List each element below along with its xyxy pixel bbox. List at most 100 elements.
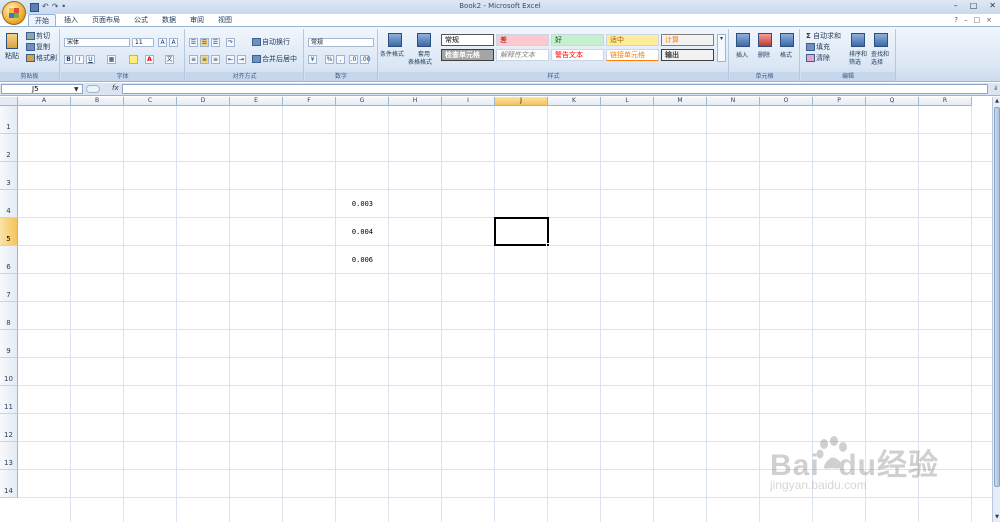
increase-indent-button[interactable]: ⇥ xyxy=(237,55,246,64)
tab-formulas[interactable]: 公式 xyxy=(128,14,154,26)
row-header-9[interactable]: 9 xyxy=(0,330,18,358)
column-header-e[interactable]: E xyxy=(230,97,283,106)
column-header-h[interactable]: H xyxy=(389,97,442,106)
ribbon-restore-icon[interactable]: □ xyxy=(974,16,981,24)
paste-button[interactable]: 粘贴 xyxy=(5,52,19,61)
row-header-6[interactable]: 6 xyxy=(0,246,18,274)
autosum-button[interactable]: Σ 自动求和 xyxy=(806,32,841,41)
style-output[interactable]: 输出 xyxy=(661,49,714,61)
scroll-down-icon[interactable]: ▼ xyxy=(994,514,1000,521)
fill-color-button[interactable] xyxy=(129,55,138,64)
cell-g4[interactable]: 0.003 xyxy=(336,200,373,208)
column-header-m[interactable]: M xyxy=(654,97,707,106)
column-header-l[interactable]: L xyxy=(601,97,654,106)
scroll-thumb[interactable] xyxy=(994,107,1000,487)
minimize-button[interactable]: – xyxy=(954,1,958,10)
row-header-10[interactable]: 10 xyxy=(0,358,18,386)
ribbon-minimize-icon[interactable]: – xyxy=(964,16,968,24)
row-header-3[interactable]: 3 xyxy=(0,162,18,190)
ribbon-close-icon[interactable]: × xyxy=(986,16,992,24)
column-header-f[interactable]: F xyxy=(283,97,336,106)
shrink-font-button[interactable]: A xyxy=(169,38,178,47)
style-good[interactable]: 好 xyxy=(551,34,604,46)
column-header-j[interactable]: J xyxy=(495,97,548,106)
row-header-4[interactable]: 4 xyxy=(0,190,18,218)
name-box-dropdown-icon[interactable]: ▼ xyxy=(74,86,79,93)
tab-page-layout[interactable]: 页面布局 xyxy=(86,14,126,26)
column-header-n[interactable]: N xyxy=(707,97,760,106)
grow-font-button[interactable]: A xyxy=(158,38,167,47)
save-icon[interactable] xyxy=(30,2,39,12)
qat-customize-icon[interactable]: • xyxy=(61,1,66,13)
row-header-2[interactable]: 2 xyxy=(0,134,18,162)
decrease-decimal-button[interactable]: .00 xyxy=(360,55,371,64)
office-button[interactable] xyxy=(2,1,26,25)
style-check-cell[interactable]: 检查单元格 xyxy=(441,49,494,61)
row-header-8[interactable]: 8 xyxy=(0,302,18,330)
increase-decimal-button[interactable]: .0 xyxy=(349,55,358,64)
row-header-13[interactable]: 13 xyxy=(0,442,18,470)
close-button[interactable]: ✕ xyxy=(989,1,996,10)
column-header-a[interactable]: A xyxy=(18,97,71,106)
fill-handle[interactable] xyxy=(546,243,550,247)
italic-button[interactable]: I xyxy=(75,55,84,64)
paste-icon[interactable] xyxy=(6,33,18,49)
style-explanatory[interactable]: 解释性文本 xyxy=(496,49,549,61)
row-header-14[interactable]: 14 xyxy=(0,470,18,498)
style-normal[interactable]: 常规 xyxy=(441,34,494,46)
clear-button[interactable]: 清除 xyxy=(806,54,830,63)
column-header-c[interactable]: C xyxy=(124,97,177,106)
formula-bar-zoom[interactable] xyxy=(86,85,100,93)
column-header-o[interactable]: O xyxy=(760,97,813,106)
vertical-scrollbar[interactable]: ▲ ▼ xyxy=(992,97,1000,522)
sort-filter-line2[interactable]: 筛选 xyxy=(849,58,861,67)
merge-center-button[interactable]: 合并后居中 xyxy=(252,55,297,64)
font-name-select[interactable]: 宋体 xyxy=(64,38,130,47)
cell-g6[interactable]: 0.006 xyxy=(336,256,373,264)
phonetic-button[interactable]: 文 xyxy=(165,55,174,64)
currency-button[interactable]: ¥ xyxy=(308,55,317,64)
name-box[interactable]: J5 xyxy=(1,84,83,94)
row-header-7[interactable]: 7 xyxy=(0,274,18,302)
tab-insert[interactable]: 插入 xyxy=(58,14,84,26)
redo-icon[interactable]: ↷ xyxy=(52,1,59,13)
style-bad[interactable]: 差 xyxy=(496,34,549,46)
align-left-button[interactable]: ≡ xyxy=(189,55,198,64)
column-header-k[interactable]: K xyxy=(548,97,601,106)
column-header-i[interactable]: I xyxy=(442,97,495,106)
scroll-up-icon[interactable]: ▲ xyxy=(994,98,1000,105)
help-icon[interactable]: ? xyxy=(954,16,958,24)
align-top-button[interactable]: ☰ xyxy=(189,38,198,47)
row-header-1[interactable]: 1 xyxy=(0,106,18,134)
column-header-p[interactable]: P xyxy=(813,97,866,106)
delete-cells-button[interactable]: 删除 xyxy=(758,51,770,60)
active-cell-outline[interactable] xyxy=(494,217,549,246)
underline-button[interactable]: U xyxy=(86,55,95,64)
bold-button[interactable]: B xyxy=(64,55,73,64)
undo-icon[interactable]: ↶ xyxy=(42,1,49,13)
styles-more-button[interactable]: ▾ xyxy=(717,34,726,62)
conditional-format-button[interactable]: 条件格式 xyxy=(380,50,404,59)
formula-input[interactable] xyxy=(122,84,988,94)
row-header-12[interactable]: 12 xyxy=(0,414,18,442)
decrease-indent-button[interactable]: ⇤ xyxy=(226,55,235,64)
cell-g5[interactable]: 0.004 xyxy=(336,228,373,236)
copy-button[interactable]: 复制 xyxy=(26,43,50,52)
column-header-d[interactable]: D xyxy=(177,97,230,106)
select-all-corner[interactable] xyxy=(0,97,18,106)
number-format-select[interactable]: 常规 xyxy=(308,38,374,47)
tab-review[interactable]: 审阅 xyxy=(184,14,210,26)
font-size-select[interactable]: 11 xyxy=(132,38,154,47)
orientation-button[interactable]: ↷ xyxy=(226,38,235,47)
style-warning[interactable]: 警告文本 xyxy=(551,49,604,61)
align-right-button[interactable]: ≡ xyxy=(211,55,220,64)
comma-button[interactable]: , xyxy=(336,55,345,64)
tab-home[interactable]: 开始 xyxy=(28,14,56,26)
cut-button[interactable]: 剪切 xyxy=(26,32,50,41)
row-header-11[interactable]: 11 xyxy=(0,386,18,414)
style-neutral[interactable]: 适中 xyxy=(606,34,659,46)
insert-cells-button[interactable]: 插入 xyxy=(736,51,748,60)
format-painter-button[interactable]: 格式刷 xyxy=(26,54,57,63)
style-linked-cell[interactable]: 链接单元格 xyxy=(606,49,659,61)
fill-button[interactable]: 填充 xyxy=(806,43,830,52)
